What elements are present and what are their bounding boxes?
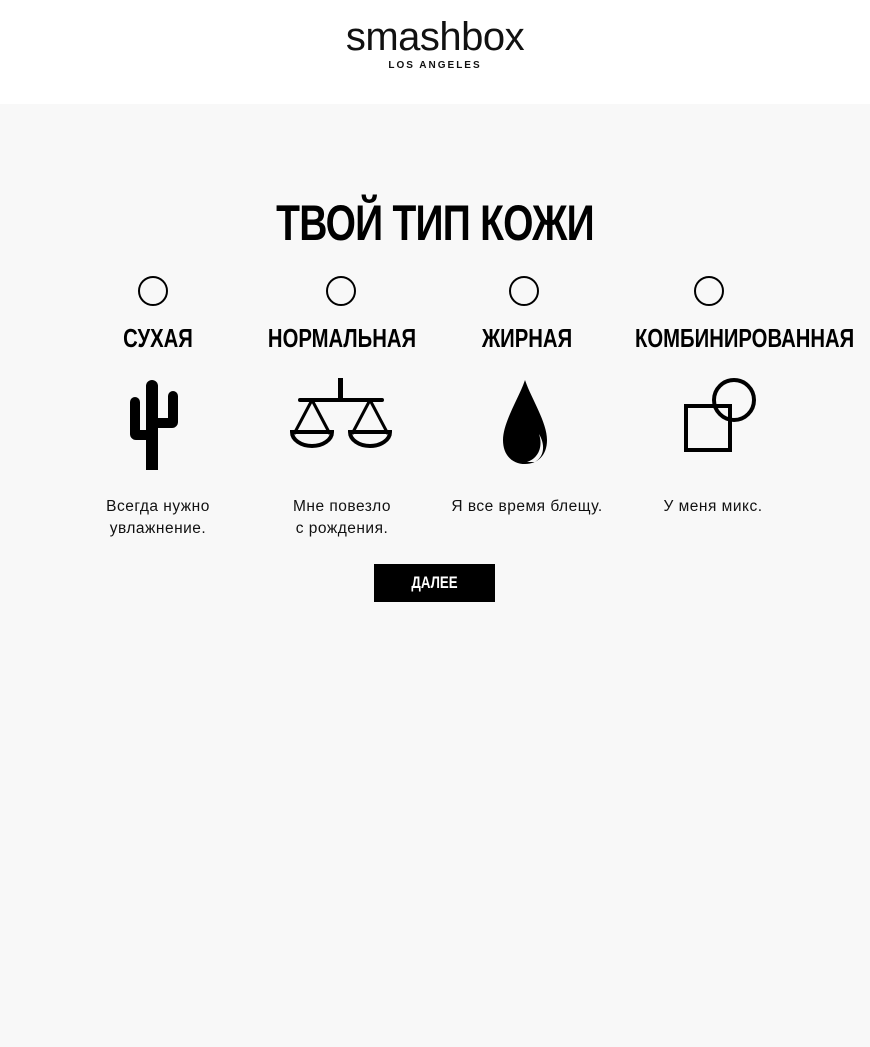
page-title: ТВОЙ ТИП КОЖИ — [276, 195, 594, 251]
cactus-icon — [130, 380, 178, 470]
next-button[interactable]: ДАЛЕЕ — [374, 564, 495, 602]
scales-icon — [290, 378, 392, 448]
option-label-dry: СУХАЯ — [123, 323, 193, 353]
site-header: smashbox LOS ANGELES — [0, 0, 870, 104]
option-label-normal: НОРМАЛЬНАЯ — [267, 323, 417, 353]
option-label-combination: КОМБИНИРОВАННАЯ — [635, 323, 855, 353]
option-label-oily: ЖИРНАЯ — [481, 323, 573, 353]
logo-subtitle: LOS ANGELES — [388, 60, 482, 71]
radio-normal[interactable] — [326, 276, 356, 306]
radio-oily[interactable] — [509, 276, 539, 306]
radio-dry[interactable] — [138, 276, 168, 306]
drop-icon — [503, 380, 547, 464]
option-desc-oily: Я все время блещу. — [451, 498, 603, 515]
option-desc-combination: У меня микс. — [663, 498, 763, 515]
option-desc-dry: Всегда нужно увлажнение. — [106, 498, 210, 537]
option-desc-normal: Мне повезло с рождения. — [292, 498, 392, 537]
radio-combination[interactable] — [694, 276, 724, 306]
square-circle-icon — [684, 378, 756, 452]
logo-wordmark: smashbox — [345, 15, 525, 59]
smashbox-logo[interactable]: smashbox LOS ANGELES — [0, 12, 870, 71]
next-button-label: ДАЛЕЕ — [411, 573, 458, 592]
